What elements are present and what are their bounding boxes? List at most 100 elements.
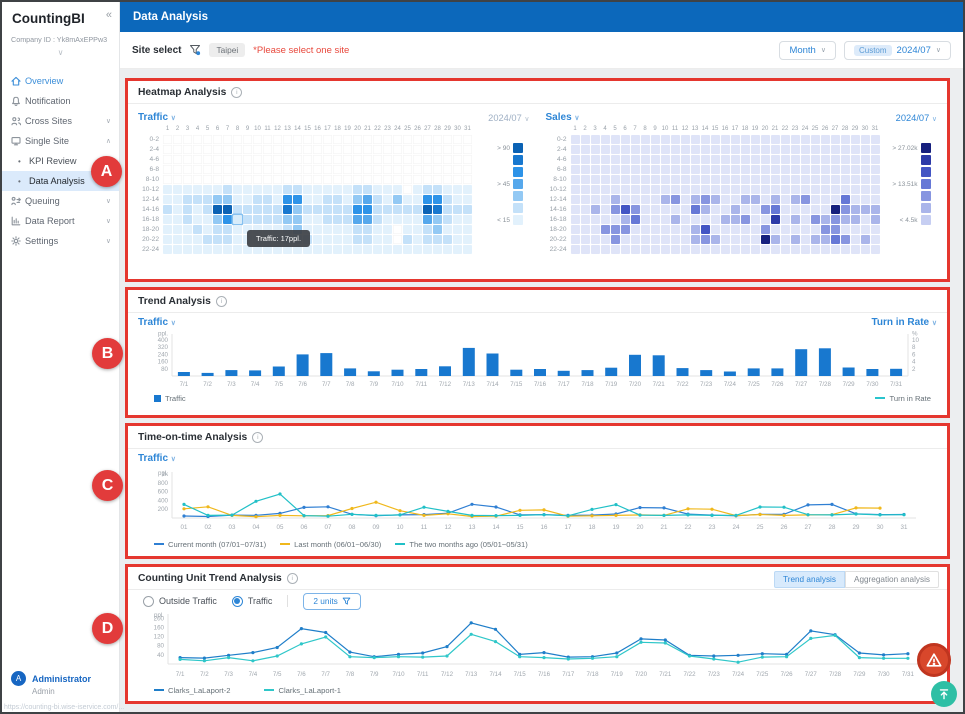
data-point[interactable] — [254, 515, 257, 518]
heatmap-cell[interactable] — [333, 195, 342, 204]
heatmap-cell[interactable] — [631, 175, 640, 184]
heatmap-cell[interactable] — [851, 135, 860, 144]
heatmap-cell[interactable] — [601, 205, 610, 214]
traffic-bar[interactable] — [487, 354, 499, 377]
heatmap-cell[interactable] — [293, 155, 302, 164]
heatmap-cell[interactable] — [731, 235, 740, 244]
heatmap-cell[interactable] — [233, 135, 242, 144]
heatmap-cell[interactable] — [263, 175, 272, 184]
timeontime-metric-dropdown[interactable]: Traffic ∨ — [138, 453, 176, 464]
heatmap-cell[interactable] — [831, 135, 840, 144]
heatmap-cell[interactable] — [313, 235, 322, 244]
data-point[interactable] — [761, 656, 764, 659]
heatmap-cell[interactable] — [313, 175, 322, 184]
heatmap-cell[interactable] — [841, 235, 850, 244]
heatmap-cell[interactable] — [183, 195, 192, 204]
heatmap-cell[interactable] — [731, 205, 740, 214]
heatmap-cell[interactable] — [203, 245, 212, 254]
heatmap-cell[interactable] — [621, 175, 630, 184]
heatmap-cell[interactable] — [861, 195, 870, 204]
traffic-bar[interactable] — [582, 370, 594, 376]
trend-left-metric-dropdown[interactable]: Traffic ∨ — [138, 317, 176, 328]
heatmap-cell[interactable] — [353, 145, 362, 154]
heatmap-cell[interactable] — [721, 165, 730, 174]
heatmap-cell[interactable] — [373, 195, 382, 204]
heatmap-cell[interactable] — [711, 175, 720, 184]
heatmap-cell[interactable] — [423, 195, 432, 204]
heatmap-cell[interactable] — [183, 135, 192, 144]
heatmap-cell[interactable] — [581, 175, 590, 184]
data-point[interactable] — [782, 506, 785, 509]
data-point[interactable] — [470, 621, 473, 624]
heatmap-cell[interactable] — [581, 225, 590, 234]
sidebar-item-overview[interactable]: Overview — [2, 71, 119, 91]
heatmap-cell[interactable] — [463, 225, 472, 234]
heatmap-cell[interactable] — [871, 215, 880, 224]
heatmap-cell[interactable] — [691, 225, 700, 234]
heatmap-cell[interactable] — [731, 195, 740, 204]
heatmap-cell[interactable] — [373, 235, 382, 244]
heatmap-cell[interactable] — [303, 135, 312, 144]
data-point[interactable] — [446, 510, 449, 513]
sidebar-item-cross-sites[interactable]: Cross Sites∨ — [2, 111, 119, 131]
heatmap-cell[interactable] — [791, 135, 800, 144]
data-point[interactable] — [806, 503, 809, 506]
heatmap-cell[interactable] — [453, 175, 462, 184]
heatmap-cell[interactable] — [661, 175, 670, 184]
heatmap-cell[interactable] — [771, 185, 780, 194]
heatmap-cell[interactable] — [631, 225, 640, 234]
heatmap-cell[interactable] — [621, 185, 630, 194]
heatmap-cell[interactable] — [363, 155, 372, 164]
heatmap-cell[interactable] — [183, 165, 192, 174]
data-point[interactable] — [712, 657, 715, 660]
sidebar-item-notification[interactable]: Notification — [2, 91, 119, 111]
heatmap-cell[interactable] — [871, 165, 880, 174]
heatmap-cell[interactable] — [761, 135, 770, 144]
heatmap-cell[interactable] — [681, 185, 690, 194]
heatmap-cell[interactable] — [233, 235, 242, 244]
heatmap-cell[interactable] — [323, 235, 332, 244]
heatmap-cell[interactable] — [811, 155, 820, 164]
heatmap-cell[interactable] — [621, 135, 630, 144]
heatmap-cell[interactable] — [253, 175, 262, 184]
heatmap-cell[interactable] — [423, 165, 432, 174]
heatmap-cell[interactable] — [283, 145, 292, 154]
heatmap-cell[interactable] — [871, 155, 880, 164]
heatmap-cell[interactable] — [203, 145, 212, 154]
heatmap-cell[interactable] — [811, 165, 820, 174]
heatmap-cell[interactable] — [781, 235, 790, 244]
data-point[interactable] — [470, 514, 473, 517]
data-point[interactable] — [758, 505, 761, 508]
heatmap-cell[interactable] — [681, 245, 690, 254]
trend-right-metric-dropdown[interactable]: Turn in Rate ∨ — [872, 317, 938, 328]
heatmap-cell[interactable] — [223, 235, 232, 244]
data-point[interactable] — [858, 656, 861, 659]
heatmap-cell[interactable] — [581, 205, 590, 214]
data-point[interactable] — [638, 514, 641, 517]
data-point[interactable] — [182, 507, 185, 510]
heatmap-cell[interactable] — [851, 205, 860, 214]
heatmap-cell[interactable] — [223, 145, 232, 154]
heatmap-cell[interactable] — [711, 195, 720, 204]
heatmap-cell[interactable] — [601, 235, 610, 244]
traffic-bar[interactable] — [273, 367, 285, 377]
heatmap-cell[interactable] — [641, 225, 650, 234]
heatmap-cell[interactable] — [293, 205, 302, 214]
heatmap-cell[interactable] — [273, 185, 282, 194]
data-point[interactable] — [902, 513, 905, 516]
heatmap-cell[interactable] — [581, 235, 590, 244]
heatmap-cell[interactable] — [193, 215, 202, 224]
sidebar-item-single-site[interactable]: Single Site∧ — [2, 131, 119, 151]
heatmap-cell[interactable] — [163, 225, 172, 234]
heatmap-cell[interactable] — [433, 225, 442, 234]
heatmap-cell[interactable] — [751, 235, 760, 244]
traffic-bar[interactable] — [653, 355, 665, 376]
heatmap-cell[interactable] — [263, 155, 272, 164]
heatmap-cell[interactable] — [283, 135, 292, 144]
heatmap-cell[interactable] — [871, 205, 880, 214]
heatmap-cell[interactable] — [213, 205, 222, 214]
heatmap-cell[interactable] — [611, 195, 620, 204]
heatmap-cell[interactable] — [323, 145, 332, 154]
heatmap-cell[interactable] — [413, 155, 422, 164]
heatmap-cell[interactable] — [353, 175, 362, 184]
